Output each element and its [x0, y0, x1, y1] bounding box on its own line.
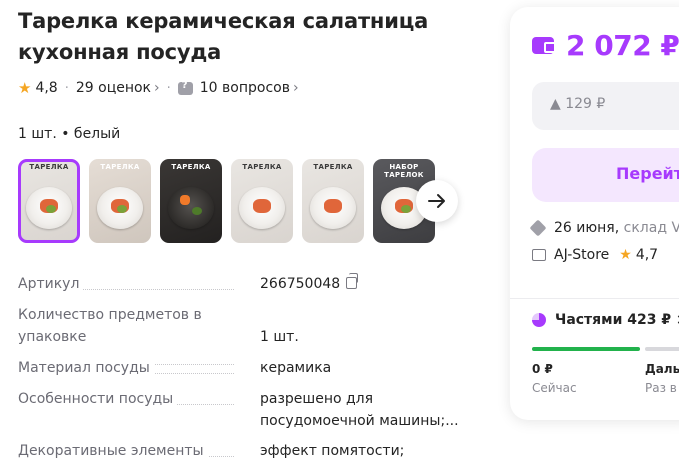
- article-number: 266750048: [260, 276, 341, 292]
- plan-now-label: Сейчас: [532, 381, 577, 395]
- thumbnail-caption: ТАРЕЛКА: [242, 163, 282, 171]
- thumbnail[interactable]: ТАРЕЛКА: [89, 159, 151, 243]
- delivery-row: 26 июня, склад V: [529, 219, 679, 237]
- spec-row: Артикул 266750048: [18, 273, 488, 295]
- spec-value: 266750048: [260, 273, 488, 295]
- spec-value: разрешено для посудомоечной машины;...: [260, 391, 459, 429]
- buy-box: 2 072 ₽ ▲ 129 ₽ Перейт 26 июня, склад V …: [510, 7, 679, 420]
- spec-row: Количество предметов в упаковке 1 шт.: [18, 304, 488, 365]
- price: 2 072 ₽: [566, 29, 679, 62]
- separator-dot: ·: [64, 80, 69, 96]
- product-title: Тарелка керамическая салатница кухонная …: [18, 9, 429, 64]
- thumbnail-caption: ТАРЕЛКА: [29, 163, 69, 171]
- arrow-right-icon: [428, 194, 445, 208]
- gallery-thumbnails: ТАРЕЛКА ТАРЕЛКА ТАРЕЛКА ТАРЕЛКА ТАРЕЛКА …: [18, 159, 435, 243]
- spec-value: керамика: [260, 360, 332, 376]
- spec-key: Особенности посуды: [18, 388, 247, 432]
- rating-value: 4,8: [35, 80, 58, 96]
- food-image: [117, 205, 127, 213]
- cta-label: Перейт: [616, 164, 679, 183]
- price-comparison[interactable]: ▲ 129 ₽: [532, 82, 679, 130]
- reviews-link[interactable]: 29 оценок: [76, 80, 151, 96]
- questions-link[interactable]: 10 вопросов: [200, 80, 290, 96]
- plan-later-amount: Даль: [645, 362, 679, 376]
- thumbnail-caption: ТАРЕЛКА: [100, 163, 140, 171]
- plate-image: [168, 187, 214, 229]
- plan-later-label: Раз в: [645, 381, 677, 395]
- spec-key: Декоративные элементы: [18, 440, 247, 462]
- price-difference: ▲ 129 ₽: [550, 96, 606, 112]
- seller-row[interactable]: AJ-Store ★ 4,7: [532, 247, 658, 263]
- food-image: [324, 199, 342, 213]
- thumbnail-caption: ТАРЕЛКА: [313, 163, 353, 171]
- thumbnail[interactable]: ТАРЕЛКА: [302, 159, 364, 243]
- store-icon: [532, 249, 546, 261]
- food-image: [401, 205, 411, 213]
- chevron-right-icon: ›: [292, 80, 299, 96]
- rating-row: ★ 4,8 · 29 оценок › · 10 вопросов ›: [18, 78, 299, 98]
- thumbnail[interactable]: ТАРЕЛКА: [231, 159, 293, 243]
- wallet-icon: [532, 37, 556, 54]
- thumbnail-caption: НАБОР ТАРЕЛОК: [384, 163, 424, 179]
- installments-row[interactable]: Частями 423 ₽ ×: [532, 312, 679, 328]
- spec-key: Материал посуды: [18, 357, 247, 379]
- spec-value: 1 шт.: [260, 329, 299, 345]
- separator-dot: ·: [166, 80, 171, 96]
- plan-bar-later: [645, 347, 679, 351]
- spec-key: Количество предметов в упаковке: [18, 304, 247, 365]
- installments-label: Частями 423 ₽ ×: [555, 312, 679, 328]
- spec-row: Особенности посуды разрешено для посудом…: [18, 388, 488, 432]
- gallery-next-button[interactable]: [416, 180, 458, 222]
- spec-value: эффект помятости;: [260, 443, 405, 459]
- star-icon: ★: [18, 79, 32, 97]
- food-image: [180, 195, 190, 205]
- thumbnail[interactable]: ТАРЕЛКА: [18, 159, 80, 243]
- thumbnail[interactable]: ТАРЕЛКА: [160, 159, 222, 243]
- seller-name[interactable]: AJ-Store: [554, 247, 609, 263]
- delivery-date: 26 июня,: [554, 220, 620, 236]
- divider: [510, 298, 679, 299]
- pie-chart-icon: [532, 313, 546, 327]
- question-icon: [177, 80, 193, 95]
- variant-label: 1 шт. • белый: [18, 126, 121, 142]
- spec-row: Декоративные элементы эффект помятости;: [18, 440, 488, 462]
- price-row: 2 072 ₽: [532, 29, 679, 62]
- go-to-cart-button[interactable]: Перейт: [532, 148, 679, 202]
- plan-now-amount: 0 ₽: [532, 362, 553, 376]
- food-image: [46, 205, 56, 213]
- delivery-warehouse: склад V: [623, 220, 679, 236]
- package-icon: [529, 219, 547, 237]
- spec-row: Материал посуды керамика: [18, 357, 488, 379]
- food-image: [192, 207, 202, 215]
- star-icon: ★: [619, 247, 632, 263]
- thumbnail-caption: ТАРЕЛКА: [171, 163, 211, 171]
- plan-bar-now: [532, 347, 640, 351]
- copy-icon[interactable]: [346, 273, 359, 289]
- spec-key: Артикул: [18, 273, 247, 295]
- food-image: [253, 199, 271, 213]
- seller-rating: 4,7: [635, 247, 659, 263]
- chevron-right-icon: ›: [154, 80, 160, 96]
